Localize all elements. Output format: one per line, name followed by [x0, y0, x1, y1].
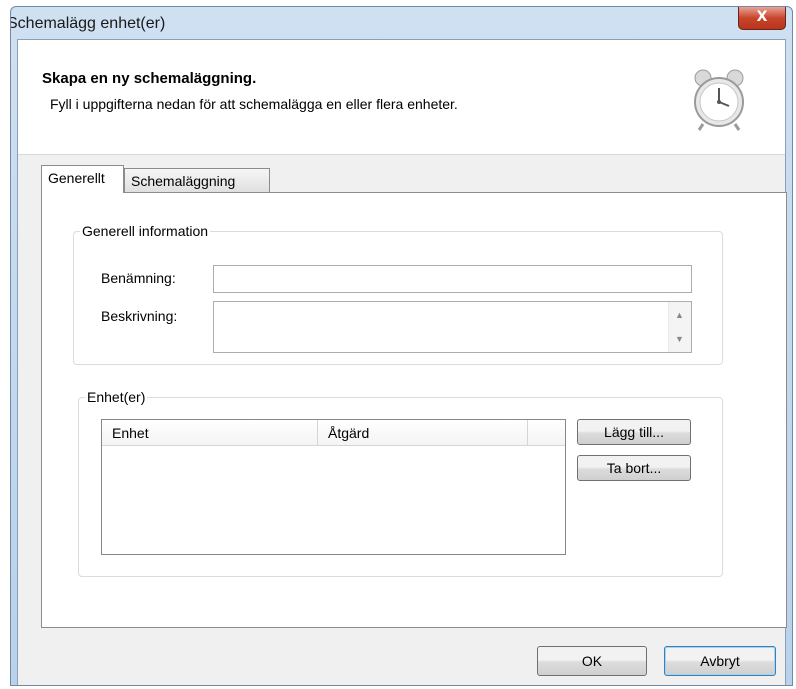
description-label: Beskrivning: [101, 308, 178, 324]
remove-unit-button[interactable]: Ta bort... [577, 455, 691, 481]
scroll-up-icon[interactable]: ▲ [675, 310, 684, 320]
close-button[interactable]: X [738, 7, 786, 30]
header-subtitle: Fyll i uppgifterna nedan för att schemal… [50, 96, 458, 112]
tab-generellt[interactable]: Generellt [41, 165, 124, 193]
cancel-button[interactable]: Avbryt [664, 646, 776, 676]
window-title: Schemalägg enhet(er) [10, 15, 166, 32]
tab-panel-generellt: Generell information Benämning: Beskrivn… [41, 192, 787, 628]
title-bar[interactable]: Schemalägg enhet(er) X [11, 7, 792, 39]
close-icon: X [756, 9, 768, 25]
alarm-clock-icon [694, 69, 744, 131]
units-legend: Enhet(er) [87, 389, 146, 405]
description-input[interactable]: ▲ ▼ [213, 301, 692, 353]
name-label: Benämning: [101, 270, 176, 286]
header-title: Skapa en ny schemaläggning. [42, 70, 257, 87]
column-header-enhet[interactable]: Enhet [102, 420, 318, 445]
units-list-header: Enhet Åtgärd [102, 420, 565, 446]
general-info-legend: Generell information [82, 223, 209, 239]
tab-schemalaggning-label: Schemaläggning [131, 173, 236, 189]
units-list[interactable]: Enhet Åtgärd [101, 419, 566, 555]
dialog-client-area: Skapa en ny schemaläggning. Fyll i uppgi… [17, 39, 787, 685]
description-scrollbar[interactable]: ▲ ▼ [668, 302, 691, 352]
name-input[interactable] [213, 265, 692, 293]
add-unit-button[interactable]: Lägg till... [577, 419, 691, 445]
dialog-window: Schemalägg enhet(er) X Skapa en ny schem… [10, 6, 793, 686]
column-header-atgard[interactable]: Åtgärd [318, 420, 528, 445]
tab-schemalaggning[interactable]: Schemaläggning [124, 168, 270, 194]
tab-generellt-label: Generellt [48, 170, 105, 186]
scroll-down-icon[interactable]: ▼ [675, 334, 684, 344]
dialog-header: Skapa en ny schemaläggning. Fyll i uppgi… [18, 40, 785, 155]
ok-button[interactable]: OK [537, 646, 647, 676]
